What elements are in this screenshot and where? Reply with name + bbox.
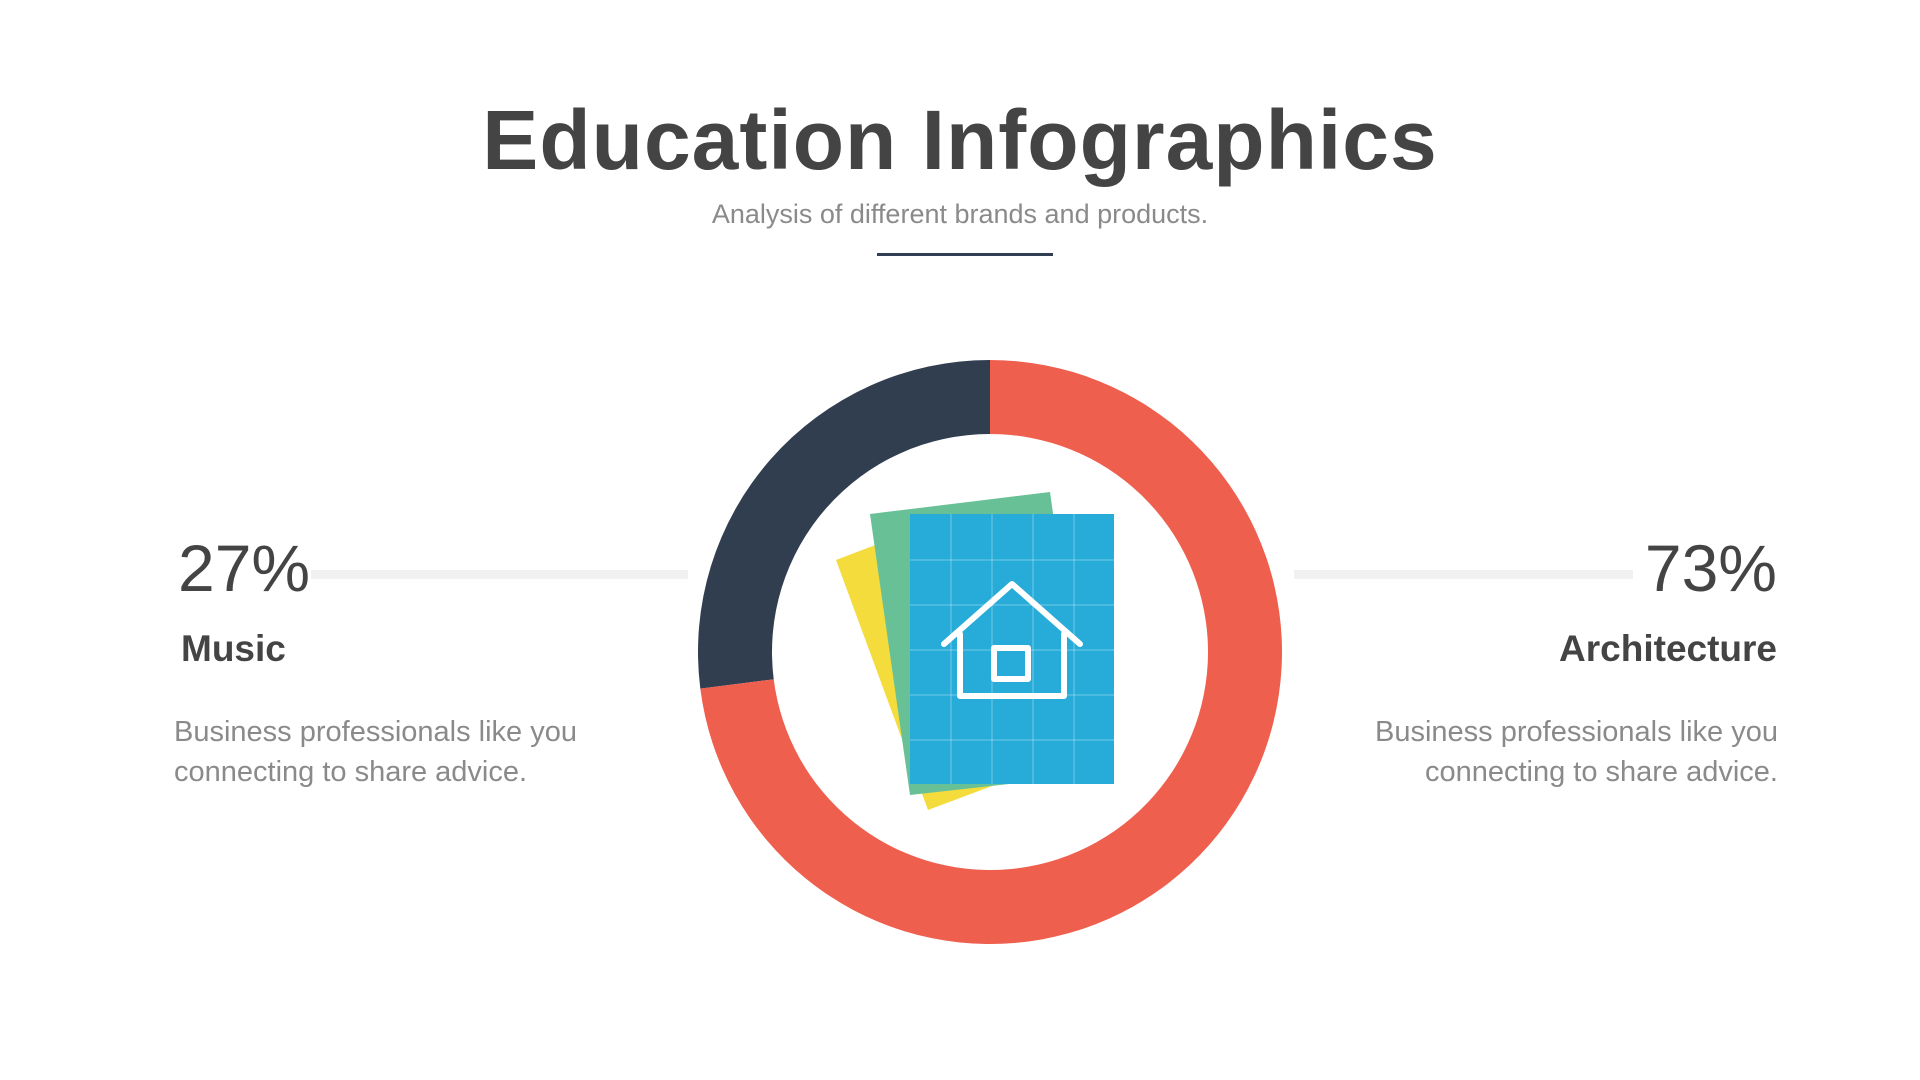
music-percent: 27% (178, 531, 311, 605)
house-blueprint-icon (836, 492, 1114, 810)
architecture-label: Architecture (1559, 628, 1777, 669)
slide: Education Infographics Analysis of diffe… (0, 0, 1920, 1080)
architecture-description: Business professionals like you connecti… (1375, 716, 1778, 788)
music-label: Music (181, 628, 286, 669)
music-description: Business professionals like you connecti… (174, 716, 577, 788)
architecture-percent: 73% (1644, 531, 1777, 605)
